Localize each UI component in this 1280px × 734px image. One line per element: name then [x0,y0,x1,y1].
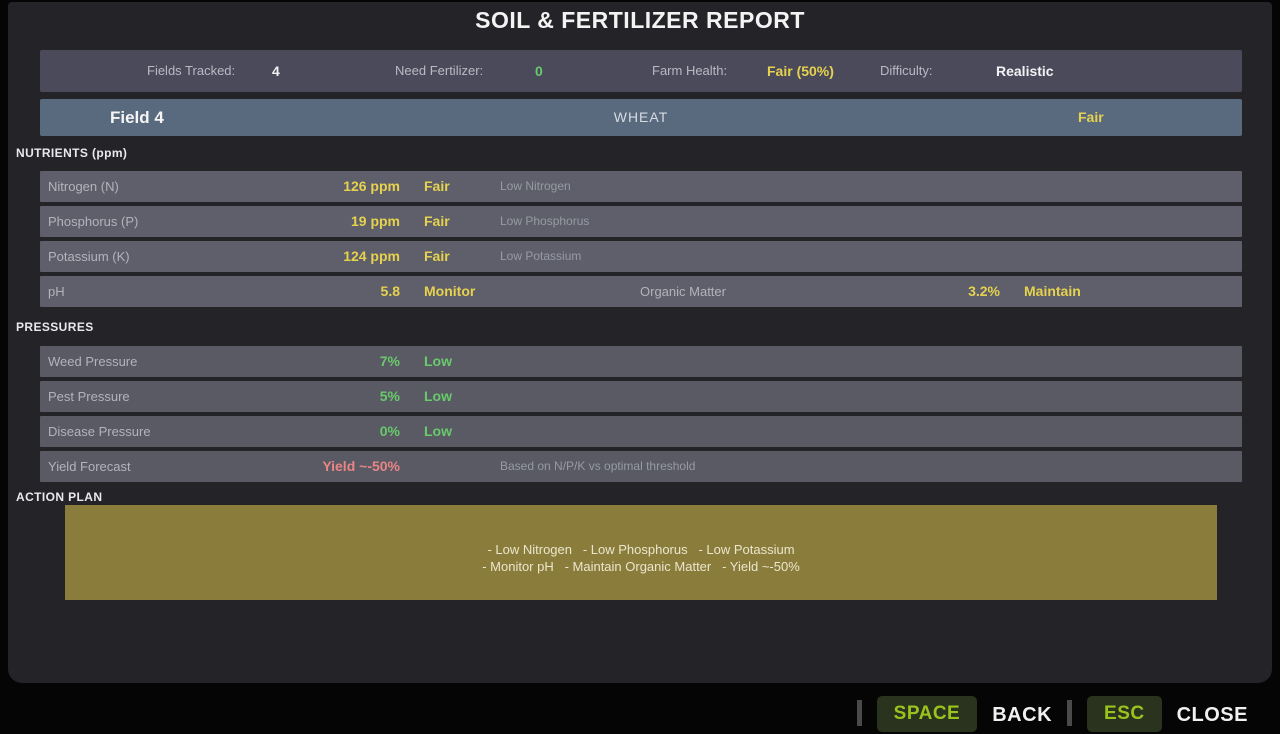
esc-keycap[interactable]: ESC [1087,696,1162,732]
action-plan-line1: - Low Nitrogen - Low Phosphorus - Low Po… [487,541,794,558]
nutrient-note: Low Nitrogen [500,171,571,202]
pressures-section-label: PRESSURES [16,320,94,334]
field-status: Fair [1078,99,1104,136]
pressure-status: Low [424,346,452,377]
pressure-status: Low [424,381,452,412]
nutrient-status: Fair [424,206,450,237]
nutrient-status: Fair [424,241,450,272]
pressure-value: 0% [40,416,400,447]
pressure-row-weed: Weed Pressure 7% Low [40,346,1242,377]
difficulty-value: Realistic [996,50,1054,92]
yield-forecast-value: Yield ~-50% [40,451,400,482]
stats-bar: Fields Tracked: 4 Need Fertilizer: 0 Far… [40,50,1242,92]
nutrient-value: 19 ppm [40,206,400,237]
nutrient-row-phosphorus: Phosphorus (P) 19 ppm Fair Low Phosphoru… [40,206,1242,237]
farm-health-label: Farm Health: [652,50,727,92]
fields-tracked-value: 4 [272,50,280,92]
nutrient-row-nitrogen: Nitrogen (N) 126 ppm Fair Low Nitrogen [40,171,1242,202]
organic-matter-value: 3.2% [40,276,1000,307]
action-plan-section-label: ACTION PLAN [16,490,102,504]
fields-tracked-label: Fields Tracked: [147,50,235,92]
page-title: SOIL & FERTILIZER REPORT [0,7,1280,34]
pressure-row-disease: Disease Pressure 0% Low [40,416,1242,447]
farm-health-value: Fair (50%) [767,50,834,92]
difficulty-label: Difficulty: [880,50,933,92]
need-fertilizer-value: 0 [535,50,543,92]
nutrients-table: Nitrogen (N) 126 ppm Fair Low Nitrogen P… [40,171,1242,311]
footer-separator [1067,700,1072,726]
footer-bar: SPACE BACK ESC CLOSE [0,696,1280,734]
nutrient-row-ph: pH 5.8 Monitor Organic Matter 3.2% Maint… [40,276,1242,307]
nutrient-note: Low Phosphorus [500,206,589,237]
nutrients-section-label: NUTRIENTS (ppm) [16,146,127,160]
space-keycap[interactable]: SPACE [877,696,978,732]
action-plan-box: - Low Nitrogen - Low Phosphorus - Low Po… [65,505,1217,600]
pressure-value: 5% [40,381,400,412]
need-fertilizer-label: Need Fertilizer: [395,50,483,92]
pressure-row-pest: Pest Pressure 5% Low [40,381,1242,412]
action-plan-line2: - Monitor pH - Maintain Organic Matter -… [482,558,800,575]
organic-matter-status: Maintain [1024,276,1081,307]
nutrient-note: Low Potassium [500,241,581,272]
nutrient-value: 124 ppm [40,241,400,272]
field-header-row[interactable]: Field 4 WHEAT Fair [40,99,1242,136]
footer-separator [857,700,862,726]
field-crop: WHEAT [40,99,1242,136]
pressure-value: 7% [40,346,400,377]
back-button[interactable]: BACK [992,696,1052,734]
yield-forecast-note: Based on N/P/K vs optimal threshold [500,451,695,482]
close-button[interactable]: CLOSE [1177,696,1248,734]
nutrient-row-potassium: Potassium (K) 124 ppm Fair Low Potassium [40,241,1242,272]
pressure-status: Low [424,416,452,447]
nutrient-status: Fair [424,171,450,202]
nutrient-value: 126 ppm [40,171,400,202]
pressures-table: Weed Pressure 7% Low Pest Pressure 5% Lo… [40,346,1242,486]
yield-forecast-row: Yield Forecast Yield ~-50% Based on N/P/… [40,451,1242,482]
